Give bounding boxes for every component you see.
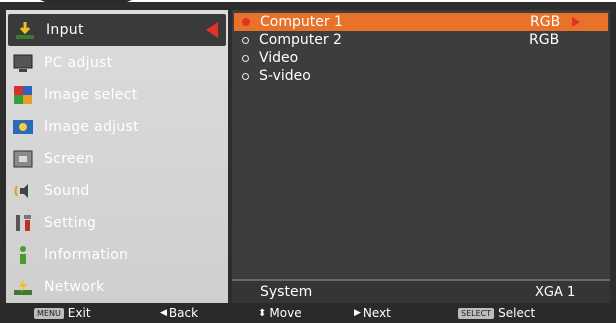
option-label: Computer 1 [260,14,343,30]
submenu-arrow-icon [572,17,580,27]
osd-menu: Input PC adjust Image select Image adjus… [0,2,616,323]
input-icon [14,19,36,41]
option-value: RGB [530,14,561,30]
sidebar-item-label: Setting [44,215,97,231]
sidebar-item-image-adjust[interactable]: Image adjust [6,111,228,143]
setting-icon [12,212,34,234]
select-hint[interactable]: SELECT Select [458,306,535,320]
back-hint[interactable]: ◀ Back [160,306,198,320]
option-label: S-video [259,68,311,84]
option-s-video[interactable]: S-video [234,67,608,85]
sidebar-item-pc-adjust[interactable]: PC adjust [6,47,228,79]
sidebar-item-label: Image select [44,87,138,103]
move-label: Move [269,306,302,320]
sidebar-item-label: Screen [44,151,94,167]
option-label: Computer 2 [259,32,342,48]
sidebar-item-information[interactable]: Information [6,239,228,271]
image-select-icon [12,84,34,106]
sidebar-item-label: Image adjust [44,119,139,135]
sidebar-item-label: Sound [44,183,90,199]
radio-icon [242,72,249,80]
system-value: XGA 1 [535,284,576,300]
option-value: RGB [529,32,560,48]
select-key-icon: SELECT [458,307,495,319]
option-label: Video [259,50,299,66]
radio-icon [242,54,249,62]
sidebar-item-label: PC adjust [44,55,113,71]
move-hint[interactable]: ⬍ Move [258,306,302,320]
input-options-panel: Computer 1 RGB Computer 2 RGB Video S-vi… [232,10,610,303]
sidebar-item-label: Information [44,247,129,263]
option-computer-1[interactable]: Computer 1 RGB [234,13,608,31]
monitor-icon [12,52,34,74]
up-down-arrow-icon: ⬍ [258,307,267,319]
left-arrow-icon: ◀ [160,308,167,318]
back-label: Back [168,306,199,320]
network-icon [12,276,34,298]
option-video[interactable]: Video [234,49,608,67]
system-bar: System XGA 1 [232,279,610,303]
active-arrow-icon [206,22,218,38]
sidebar-item-sound[interactable]: Sound [6,175,228,207]
next-hint[interactable]: ▶ Next [354,306,391,320]
sidebar-item-screen[interactable]: Screen [6,143,228,175]
select-label: Select [498,306,536,320]
next-label: Next [362,306,391,320]
sidebar: Input PC adjust Image select Image adjus… [6,10,228,303]
sidebar-item-label: Network [44,279,105,295]
image-adjust-icon [12,116,34,138]
exit-hint[interactable]: MENU Exit [34,306,91,320]
key-guide-bar: MENU Exit ◀ Back ⬍ Move ▶ Next SELECT Se… [0,303,616,323]
right-arrow-icon: ▶ [354,308,361,318]
sidebar-item-label: Input [46,22,84,38]
exit-label: Exit [67,306,91,320]
sidebar-item-input[interactable]: Input [8,14,226,46]
radio-icon [242,36,249,44]
screen-icon [12,148,34,170]
information-icon [12,244,34,266]
selected-radio-icon [242,18,250,26]
sound-icon [12,180,34,202]
sidebar-item-image-select[interactable]: Image select [6,79,228,111]
sidebar-item-network[interactable]: Network [6,271,228,303]
sidebar-item-setting[interactable]: Setting [6,207,228,239]
menu-key-icon: MENU [34,307,64,319]
option-computer-2[interactable]: Computer 2 RGB [234,31,608,49]
system-label: System [260,284,313,300]
